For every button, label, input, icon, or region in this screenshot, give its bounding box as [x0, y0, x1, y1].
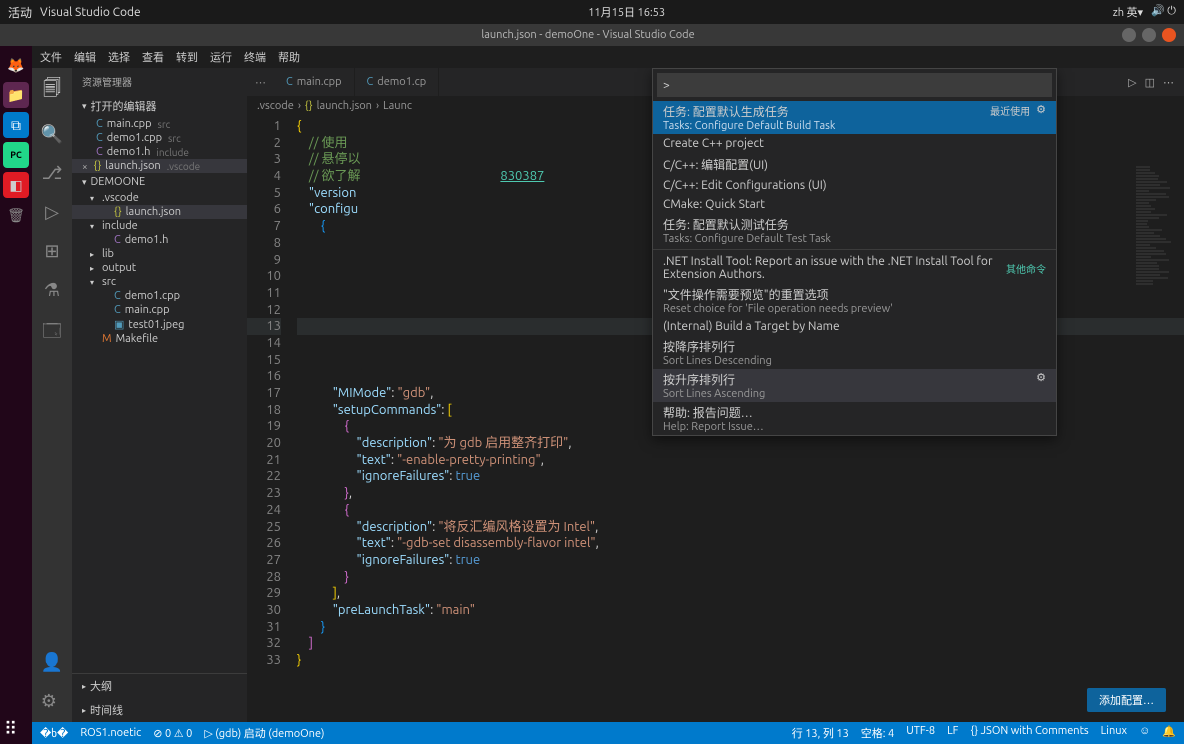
window-minimize-button[interactable]	[1122, 28, 1136, 42]
clock[interactable]: 11月15日 16:53	[157, 4, 1097, 20]
window-title: launch.json - demoOne - Visual Studio Co…	[60, 29, 1116, 41]
ubuntu-dock: 🦊 📁 ⧉ PC ◧ 🗑	[0, 46, 32, 744]
dock-vscode[interactable]: ⧉	[3, 112, 29, 138]
status-ros[interactable]: ROS1.noetic	[80, 727, 141, 739]
command-palette-item[interactable]: C/C++: Edit Configurations (UI)	[653, 176, 1056, 195]
command-palette: > 任务: 配置默认生成任务最近使用⚙Tasks: Configure Defa…	[652, 68, 1057, 436]
status-problems[interactable]: ⊘ 0 ⚠ 0	[153, 727, 192, 740]
command-palette-item[interactable]: 任务: 配置默认测试任务Tasks: Configure Default Tes…	[653, 214, 1056, 247]
dock-show-apps[interactable]: ⠿	[4, 719, 17, 740]
split-editor-icon[interactable]: ◫	[1145, 76, 1155, 89]
file-demo1.cpp[interactable]: Cdemo1.cpp	[72, 289, 247, 303]
system-tray[interactable]: zh 英▾🔊 ⏻	[1113, 4, 1176, 20]
folder-.vscode[interactable]: .vscode	[72, 191, 247, 205]
vscode-window: 文件 编辑 选择 查看 转到 运行 终端 帮助 🗐 🔍 ⎇ ▷ ⊞ ⚗ 🗔 👤 …	[32, 46, 1184, 744]
activity-bar: 🗐 🔍 ⎇ ▷ ⊞ ⚗ 🗔 👤 ⚙	[32, 68, 72, 722]
status-language[interactable]: {} JSON with Comments	[970, 725, 1088, 741]
minimap[interactable]	[1136, 166, 1176, 316]
window-close-button[interactable]	[1162, 28, 1176, 42]
sidebar: 资源管理器 打开的编辑器 Cmain.cppsrcCdemo1.cppsrcCd…	[72, 68, 247, 722]
status-bell-icon[interactable]: 🔔	[1162, 725, 1176, 741]
menu-terminal[interactable]: 终端	[244, 49, 266, 65]
status-feedback-icon[interactable]: ☺	[1139, 725, 1150, 741]
remote-icon[interactable]: 🗔	[42, 319, 62, 349]
tab-overflow-icon[interactable]: ⋯	[247, 76, 274, 89]
open-editors-section[interactable]: 打开的编辑器	[72, 95, 247, 117]
sidebar-title: 资源管理器	[72, 68, 247, 95]
project-section[interactable]: DEMOONE	[72, 173, 247, 191]
command-palette-item[interactable]: .NET Install Tool: Report an issue with …	[653, 252, 1056, 284]
command-palette-item[interactable]: (Internal) Build a Target by Name	[653, 317, 1056, 336]
menu-edit[interactable]: 编辑	[74, 49, 96, 65]
file-test01.jpeg[interactable]: ▣test01.jpeg	[72, 317, 247, 332]
menu-help[interactable]: 帮助	[278, 49, 300, 65]
source-control-icon[interactable]: ⎇	[42, 163, 63, 184]
file-main.cpp[interactable]: Cmain.cpp	[72, 303, 247, 317]
command-palette-item[interactable]: 帮助: 报告问题…Help: Report Issue…	[653, 402, 1056, 435]
status-debug-config[interactable]: ▷ (gdb) 启动 (demoOne)	[204, 725, 324, 741]
status-indentation[interactable]: 空格: 4	[861, 725, 894, 741]
command-palette-item[interactable]: 按升序排列行⚙Sort Lines Ascending	[653, 369, 1056, 402]
editor-area: ⋯ Cmain.cpp Cdemo1.cp ▷ ◫ ⋯ .vscode › {}…	[247, 68, 1184, 722]
menu-go[interactable]: 转到	[176, 49, 198, 65]
add-configuration-button[interactable]: 添加配置…	[1087, 688, 1166, 712]
file-demo1.h[interactable]: Cdemo1.h	[72, 233, 247, 247]
more-actions-icon[interactable]: ⋯	[1163, 76, 1174, 89]
run-icon[interactable]: ▷	[1128, 76, 1136, 89]
menu-file[interactable]: 文件	[40, 49, 62, 65]
dock-app[interactable]: ◧	[3, 172, 29, 198]
dock-firefox[interactable]: 🦊	[3, 52, 29, 78]
file-launch.json[interactable]: {}launch.json	[72, 205, 247, 219]
window-titlebar: launch.json - demoOne - Visual Studio Co…	[0, 24, 1184, 46]
activities-label[interactable]: 活动	[8, 4, 32, 21]
tab-main-cpp[interactable]: Cmain.cpp	[274, 68, 355, 96]
dock-trash[interactable]: 🗑	[3, 202, 29, 228]
status-encoding[interactable]: UTF-8	[906, 725, 935, 741]
open-editor-item[interactable]: Cdemo1.cppsrc	[72, 131, 247, 145]
debug-icon[interactable]: ▷	[45, 202, 59, 223]
outline-section[interactable]: 大纲	[72, 674, 247, 698]
menu-view[interactable]: 查看	[142, 49, 164, 65]
command-palette-input[interactable]: >	[657, 73, 1052, 97]
command-palette-item[interactable]: "文件操作需要预览"的重置选项Reset choice for 'File op…	[653, 284, 1056, 317]
timeline-section[interactable]: 时间线	[72, 698, 247, 722]
settings-gear-icon[interactable]: ⚙	[41, 691, 63, 712]
menu-run[interactable]: 运行	[210, 49, 232, 65]
command-palette-item[interactable]: 任务: 配置默认生成任务最近使用⚙Tasks: Configure Defaul…	[653, 101, 1056, 134]
status-bar: �ხ� ROS1.noetic ⊘ 0 ⚠ 0 ▷ (gdb) 启动 (demo…	[32, 722, 1184, 744]
folder-src[interactable]: src	[72, 275, 247, 289]
dock-files[interactable]: 📁	[3, 82, 29, 108]
app-indicator[interactable]: Visual Studio Code	[40, 6, 141, 19]
os-top-panel: 活动 Visual Studio Code 11月15日 16:53 zh 英▾…	[0, 0, 1184, 24]
open-editor-item[interactable]: Cdemo1.hinclude	[72, 145, 247, 159]
tab-demo1-cpp[interactable]: Cdemo1.cp	[355, 68, 440, 96]
search-icon[interactable]: 🔍	[41, 124, 63, 145]
open-editor-item[interactable]: Cmain.cppsrc	[72, 117, 247, 131]
status-line-col[interactable]: 行 13, 列 13	[792, 725, 849, 741]
menu-bar: 文件 编辑 选择 查看 转到 运行 终端 帮助	[32, 46, 1184, 68]
command-palette-item[interactable]: Create C++ project	[653, 134, 1056, 153]
command-palette-item[interactable]: 按降序排列行Sort Lines Descending	[653, 336, 1056, 369]
folder-include[interactable]: include	[72, 219, 247, 233]
folder-lib[interactable]: lib	[72, 247, 247, 261]
menu-selection[interactable]: 选择	[108, 49, 130, 65]
account-icon[interactable]: 👤	[41, 652, 63, 673]
dock-pycharm[interactable]: PC	[3, 142, 29, 168]
command-palette-item[interactable]: C/C++: 编辑配置(UI)	[653, 153, 1056, 176]
status-os[interactable]: Linux	[1101, 725, 1127, 741]
extensions-icon[interactable]: ⊞	[44, 241, 59, 262]
status-eol[interactable]: LF	[947, 725, 958, 741]
testing-icon[interactable]: ⚗	[44, 280, 60, 301]
remote-indicator[interactable]: �ხ�	[40, 727, 68, 740]
explorer-icon[interactable]: 🗐	[43, 76, 61, 106]
folder-output[interactable]: output	[72, 261, 247, 275]
file-Makefile[interactable]: MMakefile	[72, 332, 247, 346]
open-editor-item[interactable]: ×{}launch.json.vscode	[72, 159, 247, 173]
window-maximize-button[interactable]	[1142, 28, 1156, 42]
command-palette-item[interactable]: CMake: Quick Start	[653, 195, 1056, 214]
